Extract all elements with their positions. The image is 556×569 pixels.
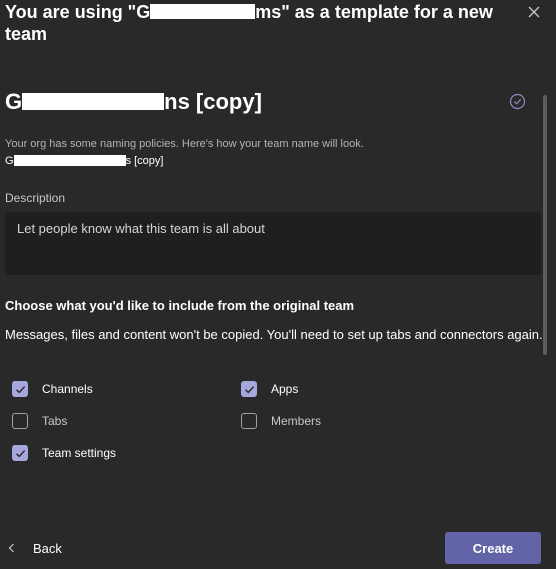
description-label: Description	[5, 191, 66, 205]
checkmark-icon	[15, 385, 25, 393]
apps-label: Apps	[271, 382, 299, 396]
policy-preview-suffix: s [copy]	[125, 155, 164, 167]
redacted-block	[22, 93, 165, 111]
tabs-checkbox[interactable]	[12, 413, 28, 429]
team-name-prefix: G	[5, 89, 23, 114]
channels-option[interactable]: Channels	[12, 381, 93, 397]
scrollbar[interactable]	[543, 95, 547, 355]
create-button[interactable]: Create	[445, 532, 541, 564]
include-section-title: Choose what you'd like to include from t…	[5, 298, 355, 313]
checkmark-icon	[244, 385, 254, 393]
back-label: Back	[33, 540, 62, 556]
policy-preview-prefix: G	[5, 155, 14, 167]
back-button[interactable]: Back	[8, 537, 62, 559]
members-label: Members	[271, 414, 322, 428]
channels-label: Channels	[42, 382, 93, 396]
include-section-note: Messages, files and content won't be cop…	[5, 327, 543, 342]
team-settings-label: Team settings	[42, 446, 117, 460]
members-checkbox[interactable]	[241, 413, 257, 429]
dialog-title-prefix: You are using "G	[5, 2, 151, 22]
check-circle-icon	[509, 93, 526, 110]
apps-option[interactable]: Apps	[241, 381, 298, 397]
tabs-option[interactable]: Tabs	[12, 413, 67, 429]
redacted-block	[13, 154, 126, 166]
close-icon	[528, 6, 540, 18]
naming-policy-text: Your org has some naming policies. Here'…	[5, 138, 364, 150]
policy-name-preview: Gs [copy]	[5, 154, 525, 168]
channels-checkbox[interactable]	[12, 381, 28, 397]
team-name: Gns [copy]	[5, 88, 495, 116]
description-input[interactable]: Let people know what this team is all ab…	[5, 212, 541, 275]
chevron-left-icon	[8, 543, 15, 553]
team-name-suffix: ns [copy]	[164, 89, 262, 114]
close-button[interactable]	[524, 2, 544, 22]
team-settings-checkbox[interactable]	[12, 445, 28, 461]
checkmark-icon	[15, 449, 25, 457]
tabs-label: Tabs	[42, 414, 68, 428]
team-settings-option[interactable]: Team settings	[12, 445, 116, 461]
dialog-title: You are using "G ms" as a template for a …	[5, 1, 505, 45]
apps-checkbox[interactable]	[241, 381, 257, 397]
redacted-block	[150, 4, 256, 20]
members-option[interactable]: Members	[241, 413, 321, 429]
